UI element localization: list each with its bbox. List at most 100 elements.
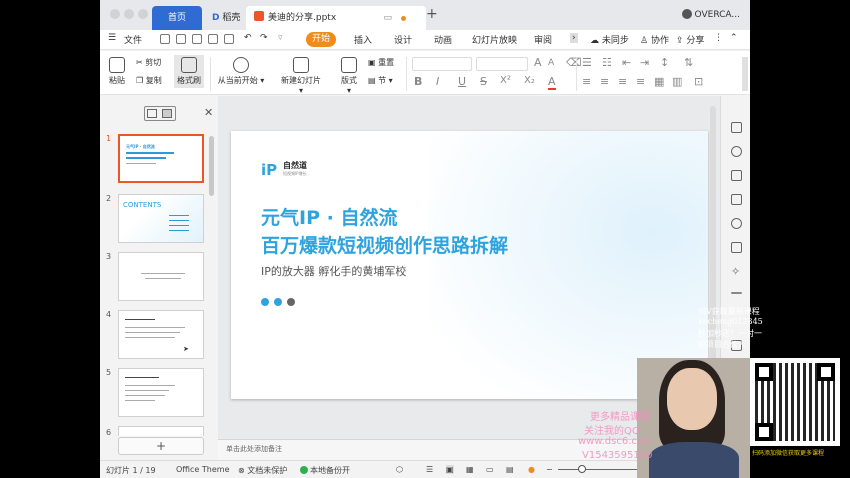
undo-icon[interactable]: ↶	[244, 33, 252, 43]
text-box-icon[interactable]: ⊡	[694, 75, 703, 88]
export-icon[interactable]	[192, 34, 202, 44]
indent-increase-icon[interactable]: ⇥	[640, 56, 649, 69]
underline-button[interactable]: U	[458, 75, 466, 88]
sync-status[interactable]: ☁ 未同步	[590, 33, 629, 46]
align-left-icon[interactable]: ≡	[582, 75, 591, 88]
presenter-view-icon[interactable]: ▤	[506, 465, 514, 474]
zoom-slider[interactable]	[558, 469, 638, 470]
collapse-ribbon-icon[interactable]: ⌃	[730, 33, 738, 43]
section-button[interactable]: ▤ 节 ▾	[368, 75, 393, 86]
font-family-select[interactable]	[412, 57, 472, 71]
settings-icon[interactable]	[731, 218, 742, 229]
user-account[interactable]: OVERCA...	[681, 9, 740, 20]
menu-insert[interactable]: 插入	[354, 33, 372, 46]
collaborate-button[interactable]: ♙ 协作	[640, 33, 669, 46]
design-icon[interactable]	[731, 170, 742, 181]
monitor-icon[interactable]: ▭	[383, 6, 392, 30]
editor-vertical-scrollbar[interactable]	[710, 106, 716, 366]
play-from-current-button[interactable]: 从当前开始 ▾	[216, 57, 266, 86]
tab-document[interactable]: 美迪的分享.pptx ▭	[246, 6, 426, 30]
more-icon[interactable]	[731, 292, 742, 294]
share-button[interactable]: ⇪ 分享	[676, 33, 704, 46]
pin-icon[interactable]: ✧	[731, 266, 742, 277]
layout-button[interactable]: 版式 ▾	[338, 57, 360, 95]
align-right-icon[interactable]: ≡	[618, 75, 627, 88]
menu-animation[interactable]: 动画	[434, 33, 452, 46]
slide-subtitle[interactable]: IP的放大器 孵化手的黄埔军校	[261, 263, 406, 279]
tab-home[interactable]: 首页	[152, 6, 202, 30]
strikethrough-button[interactable]: S	[480, 75, 487, 88]
window-maximize-icon[interactable]	[138, 9, 148, 19]
paste-button[interactable]: 粘贴	[106, 57, 128, 86]
menu-start[interactable]: 开始	[306, 32, 336, 47]
slide-thumbnail-1[interactable]: 元气IP · 自然流	[118, 134, 204, 183]
indent-decrease-icon[interactable]: ⇤	[622, 56, 631, 69]
save-icon[interactable]	[176, 34, 186, 44]
font-size-select[interactable]	[476, 57, 528, 71]
thumbnail-scrollbar[interactable]	[209, 136, 214, 196]
italic-button[interactable]: I	[436, 75, 439, 88]
animation-icon[interactable]	[731, 194, 742, 205]
local-backup[interactable]: 本地备份开	[300, 465, 350, 476]
format-painter-button[interactable]: 格式刷	[174, 55, 204, 88]
line-spacing-icon[interactable]: ↕	[660, 56, 669, 69]
menu-file[interactable]: 文件	[124, 33, 142, 46]
justify-icon[interactable]: ≡	[636, 75, 645, 88]
bold-button[interactable]: B	[414, 75, 422, 88]
thumbnail-view-icon[interactable]	[162, 109, 172, 118]
normal-view-icon[interactable]: ▣	[446, 465, 454, 474]
zoom-slider-knob[interactable]	[578, 465, 586, 473]
view-toggle[interactable]	[144, 106, 176, 121]
document-protection[interactable]: ⊗ 文档未保护	[238, 465, 287, 476]
zoom-out-icon[interactable]: −	[546, 465, 553, 474]
slide-thumbnail-3[interactable]	[118, 252, 204, 301]
reset-button[interactable]: ▣ 重置	[368, 57, 394, 68]
decrease-font-size-button[interactable]: A	[548, 58, 554, 68]
font-color-button[interactable]: A	[548, 75, 556, 90]
shape-icon[interactable]	[731, 146, 742, 157]
more-options-icon[interactable]: ⋮	[714, 33, 723, 43]
more-tabs-icon[interactable]: ›	[570, 33, 578, 43]
menu-design[interactable]: 设计	[394, 33, 412, 46]
ribbon-scroll-right[interactable]	[742, 57, 748, 91]
notes-toggle-icon[interactable]: ☰	[426, 465, 433, 474]
slide-title-line1[interactable]: 元气IP · 自然流	[261, 203, 397, 230]
slide-thumbnail-2[interactable]: CONTENTS	[118, 194, 204, 243]
hamburger-menu-icon[interactable]: ☰	[108, 33, 116, 43]
copy-button[interactable]: ❐ 复制	[136, 75, 162, 86]
preview-icon[interactable]	[224, 34, 234, 44]
slide-thumbnail-6[interactable]	[118, 426, 204, 436]
redo-icon[interactable]: ↷	[260, 33, 268, 43]
add-slide-button[interactable]: +	[118, 437, 204, 455]
bullet-list-icon[interactable]: ☰	[582, 56, 592, 69]
play-slideshow-icon[interactable]: ●	[528, 465, 535, 474]
outline-view-icon[interactable]	[147, 109, 157, 118]
subscript-button[interactable]: X₂	[524, 75, 535, 86]
reading-view-icon[interactable]: ▭	[486, 465, 494, 474]
align-center-icon[interactable]: ≡	[600, 75, 609, 88]
close-pane-icon[interactable]: ✕	[204, 106, 213, 119]
numbered-list-icon[interactable]: ☷	[602, 56, 612, 69]
increase-font-size-button[interactable]: A	[534, 56, 542, 69]
cut-button[interactable]: ✂ 剪切	[136, 57, 161, 68]
slide-thumbnail-5[interactable]	[118, 368, 204, 417]
object-properties-icon[interactable]	[731, 122, 742, 133]
window-minimize-icon[interactable]	[124, 9, 134, 19]
superscript-button[interactable]: X²	[500, 75, 511, 86]
menu-review[interactable]: 审阅	[534, 33, 552, 46]
slide-sorter-icon[interactable]: ▦	[466, 465, 474, 474]
cube-icon[interactable]: ⬡	[396, 465, 403, 474]
window-close-icon[interactable]	[110, 9, 120, 19]
new-slide-button[interactable]: 新建幻灯片 ▾	[278, 57, 324, 95]
backup-icon[interactable]	[731, 242, 742, 253]
print-icon[interactable]	[208, 34, 218, 44]
open-icon[interactable]	[160, 34, 170, 44]
menu-slideshow[interactable]: 幻灯片放映	[472, 33, 517, 46]
columns-icon[interactable]: ▥	[672, 75, 682, 88]
slide-thumbnail-4[interactable]: ➤	[118, 310, 204, 359]
distribute-icon[interactable]: ▦	[654, 75, 664, 88]
slide-title-line2[interactable]: 百万爆款短视频创作思路拆解	[261, 231, 508, 258]
text-direction-icon[interactable]: ⇅	[684, 56, 693, 69]
new-tab-button[interactable]: +	[426, 6, 438, 22]
clear-format-icon[interactable]: ⌫	[566, 56, 582, 69]
